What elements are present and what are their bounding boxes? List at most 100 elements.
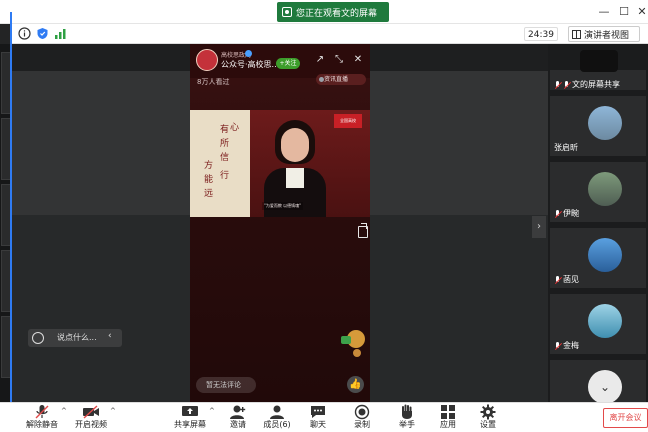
channel-logo[interactable] [196, 49, 218, 71]
record-label: 录制 [354, 420, 370, 429]
sharer-label: 文的屏幕共享 [554, 79, 620, 90]
meeting-timer: 24:39 [524, 27, 558, 41]
settings-label: 设置 [480, 420, 496, 429]
settings-icon [480, 404, 496, 420]
like-badge-icon [353, 349, 361, 357]
participant-tile[interactable]: ⌄ [550, 360, 646, 404]
chat-button[interactable]: 聊天 [306, 403, 330, 432]
raise-hand-label: 举手 [399, 420, 415, 429]
record-button[interactable]: 录制 [350, 403, 374, 432]
meeting-toolbar: 解除静音 ^ 开启视频 ^ 共享屏幕 ^ 邀请 成员(6) 聊天 录制 举手 应… [0, 402, 648, 432]
share-options-caret-icon[interactable]: ^ [209, 407, 215, 415]
calligraphy-wall: 心 有 所 信 方 能 行 远 [190, 110, 250, 217]
participant-tile[interactable]: 张启昕 [550, 96, 646, 156]
invite-icon [230, 405, 246, 419]
verified-icon [245, 50, 252, 57]
layout-grid-icon [572, 29, 581, 39]
members-icon [270, 405, 284, 419]
maximize-icon[interactable]: ☐ [616, 4, 632, 20]
video-caption: "为爱而教 以德铸魂" [262, 202, 303, 210]
calligraphy-char: 信 [220, 153, 230, 163]
participant-tile[interactable]: 菡见 [550, 228, 646, 288]
info-icon[interactable] [18, 27, 31, 40]
rotate-screen-icon[interactable] [358, 223, 368, 238]
banner-tag: 全国高校 [334, 114, 362, 128]
minimize-icon[interactable]: — [596, 4, 612, 20]
raise-hand-icon [402, 404, 412, 419]
follow-button[interactable]: +关注 [276, 58, 300, 69]
avatar [588, 172, 622, 206]
view-mode-label: 演讲者视图 [584, 30, 630, 41]
sharer-name: 文的屏幕共享 [572, 80, 620, 89]
chat-quick-input[interactable]: 说点什么... ‹ [28, 329, 122, 347]
video-frame: 心 有 所 信 方 能 行 远 全国高校 "为爱而教 以德铸魂" [190, 110, 370, 217]
mic-muted-icon [554, 341, 561, 350]
leave-meeting-button[interactable]: 离开会议 [603, 408, 648, 428]
avatar [588, 106, 622, 140]
security-shield-icon[interactable] [36, 27, 49, 40]
apps-label: 应用 [440, 420, 456, 429]
calligraphy-char: 所 [220, 139, 230, 149]
raise-hand-button[interactable]: 举手 [395, 403, 419, 432]
comment-input[interactable]: 暂无法评论 [196, 377, 256, 393]
avatar [588, 304, 622, 338]
view-mode-button[interactable]: 演讲者视图 [568, 26, 640, 42]
close-icon[interactable]: ✕ [634, 4, 648, 20]
gift-icon[interactable] [341, 330, 365, 348]
settings-button[interactable]: 设置 [476, 403, 500, 432]
calligraphy-char: 心 [230, 123, 240, 133]
scroll-down-chevron-icon[interactable]: ⌄ [588, 370, 622, 404]
minimize-arrows-icon[interactable]: ⤡ [333, 54, 345, 66]
share-indicator-icon [282, 7, 292, 17]
participant-label: 菡见 [554, 274, 579, 285]
mic-muted-icon [554, 209, 561, 218]
live-video-player[interactable]: 高校思政网 公众号·高校思... +关注 ↗ ⤡ ✕ 8万人看过 资讯直播 心 … [190, 44, 370, 402]
chevron-left-icon[interactable]: ‹ [108, 331, 112, 341]
participant-name: 伊畹 [563, 209, 579, 218]
calligraphy-char: 远 [204, 189, 214, 199]
unmute-label: 解除静音 [26, 420, 58, 429]
speaker-face [281, 128, 309, 162]
collapse-panel-chevron-icon[interactable]: › [532, 216, 546, 238]
like-thumb-icon[interactable]: 👍 [347, 376, 364, 393]
live-tag[interactable]: 资讯直播 [316, 74, 366, 85]
video-off-icon [83, 405, 99, 419]
participant-name: 张启昕 [554, 143, 578, 152]
avatar [588, 238, 622, 272]
apps-icon [441, 405, 455, 419]
apps-button[interactable]: 应用 [436, 403, 460, 432]
audio-options-caret-icon[interactable]: ^ [61, 407, 67, 415]
participant-tile[interactable]: 伊畹 [550, 162, 646, 222]
participant-tile[interactable]: 金梅 [550, 294, 646, 354]
participant-label: 金梅 [554, 340, 579, 351]
unmute-button[interactable]: 解除静音 [26, 403, 58, 432]
mic-muted-icon [563, 80, 570, 89]
viewer-count: 8万人看过 [197, 78, 230, 86]
members-label: 成员(6) [263, 420, 291, 429]
share-screen-button[interactable]: 共享屏幕 [172, 403, 208, 432]
signal-strength-icon[interactable] [54, 27, 67, 40]
participant-name: 金梅 [563, 341, 579, 350]
calligraphy-char: 行 [220, 171, 230, 181]
screen-share-notice[interactable]: 您正在观看文的屏幕 [277, 2, 389, 22]
title-bar: 您正在观看文的屏幕 — ☐ ✕ [0, 0, 648, 24]
video-background [190, 44, 370, 402]
start-video-button[interactable]: 开启视频 [74, 403, 108, 432]
calligraphy-char: 有 [220, 125, 230, 135]
invite-button[interactable]: 邀请 [226, 403, 250, 432]
chat-placeholder: 说点什么... [57, 333, 97, 342]
meeting-window: 您正在观看文的屏幕 — ☐ ✕ 24:39 演讲者视图 › 高校思政网 公众号·… [0, 0, 648, 432]
chat-icon [311, 406, 325, 418]
screen-share-icon [554, 80, 561, 89]
close-video-icon[interactable]: ✕ [352, 54, 364, 66]
video-options-caret-icon[interactable]: ^ [110, 407, 116, 415]
participant-name: 菡见 [563, 275, 579, 284]
emoji-icon[interactable] [32, 332, 44, 344]
sharer-tile[interactable]: 文的屏幕共享 [550, 50, 646, 90]
participant-label: 张启昕 [554, 142, 578, 153]
participant-label: 伊畹 [554, 208, 579, 219]
sharer-avatar [580, 50, 618, 72]
mic-muted-icon [554, 275, 561, 284]
members-button[interactable]: 成员(6) [262, 403, 292, 432]
share-arrow-icon[interactable]: ↗ [314, 54, 326, 66]
